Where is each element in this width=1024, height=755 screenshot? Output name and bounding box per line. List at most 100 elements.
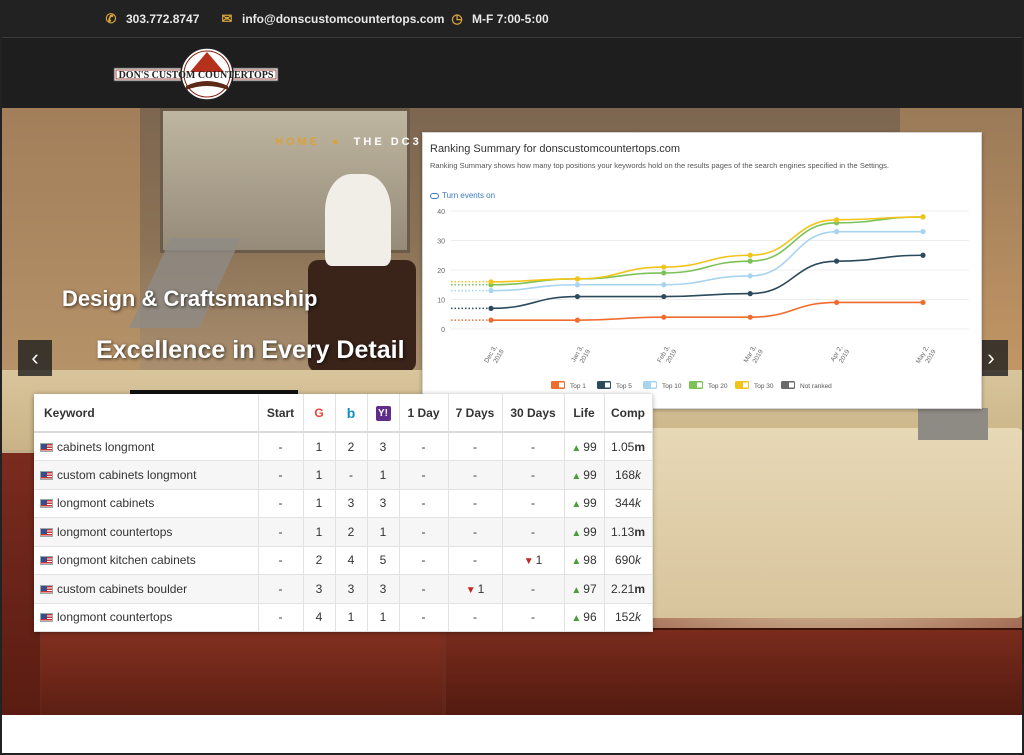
cell-days7: - (448, 489, 503, 518)
cell-bing: 4 (335, 546, 368, 575)
clock-icon: ◷ (451, 11, 463, 26)
site-header: DON'S CUSTOM COUNTERTOPS (0, 38, 1024, 108)
keyword-ranking-table: Keyword Start G b Y! 1 Day 7 Days 30 Day… (34, 394, 653, 632)
cell-google: 1 (303, 489, 336, 518)
change-value: - (473, 439, 477, 454)
keyword-text: longmont kitchen cabinets (57, 553, 196, 568)
change-value: - (473, 553, 477, 568)
us-flag-icon (40, 470, 53, 480)
slider-prev-button[interactable]: ‹ (18, 340, 52, 376)
comp-number: 152 (614, 610, 636, 625)
cell-life: ▲ 97 (564, 574, 605, 604)
col-header-comp[interactable]: Comp (604, 394, 653, 433)
comp-unit: m (634, 439, 646, 454)
table-row[interactable]: custom cabinets longmont -1-1- - - ▲ 99 168k (34, 460, 653, 490)
keyword-text: longmont countertops (57, 610, 173, 625)
cell-days30: - (502, 460, 565, 490)
cell-days30: - (502, 517, 565, 547)
comp-number: 1.13 (610, 524, 635, 539)
cell-yahoo: 3 (367, 489, 400, 518)
col-header-life[interactable]: Life (564, 394, 605, 433)
table-row[interactable]: longmont countertops -4 1 1- - - ▲ 96 152k (34, 603, 653, 632)
col-header-bing[interactable]: b (335, 394, 368, 433)
cell-bing: 3 (335, 574, 368, 604)
cell-life: ▲ 99 (564, 460, 605, 490)
page-footer-area (0, 715, 1024, 755)
table-row[interactable]: cabinets longmont -1 2 3- - - ▲ 99 1.05m (34, 432, 653, 461)
cell-comp: 1.05m (604, 432, 653, 461)
breadcrumb-home[interactable]: HOME (275, 136, 320, 148)
phone-contact[interactable]: ✆ 303.772.8747 (104, 11, 200, 27)
table-row[interactable]: longmont cabinets -1 3 3- - - ▲ 99 344k (34, 489, 653, 518)
rank-down-icon: ▼ (523, 556, 534, 568)
data-point (574, 276, 580, 282)
cell-start: - (258, 546, 304, 575)
col-header-30days[interactable]: 30 Days (502, 394, 565, 433)
ranking-summary-description: Ranking Summary shows how many top posit… (430, 161, 889, 170)
cell-days7: - (448, 546, 503, 575)
col-header-start[interactable]: Start (258, 394, 304, 433)
envelope-icon: ✉ (221, 11, 233, 26)
cell-start: - (258, 489, 304, 518)
cell-google: 1 (303, 432, 336, 461)
cell-google: 4 (303, 603, 336, 632)
legend-swatch-inner (559, 382, 564, 388)
col-header-1day[interactable]: 1 Day (399, 394, 449, 433)
cell-keyword: longmont kitchen cabinets (34, 546, 259, 575)
data-point (747, 273, 753, 279)
change-value: - (531, 496, 535, 511)
col-header-google[interactable]: G (303, 394, 336, 433)
x-tick-label: May 2,2019 (915, 344, 938, 369)
series-line (490, 216, 924, 286)
ranking-chart: 0 10 20 30 40 Dec 3,2018 Jan 3,2019 Feb 3,2019 M… (437, 209, 969, 390)
col-header-yahoo[interactable]: Y! (367, 394, 400, 433)
data-point (488, 305, 494, 311)
cell-yahoo: 3 (367, 432, 400, 461)
data-point (834, 217, 840, 223)
hero-heading-2: Excellence in Every Detail (96, 336, 405, 364)
cell-keyword: custom cabinets boulder (34, 574, 259, 604)
change-value: - (473, 467, 477, 482)
life-value: 97 (583, 581, 597, 596)
cell-days7: - (448, 603, 503, 632)
cell-days30: - (502, 603, 565, 632)
table-row[interactable]: longmont kitchen cabinets -2 4 5- - ▼ 1 ▲ 98 690k (34, 546, 653, 575)
data-point (920, 252, 926, 258)
cell-comp: 2.21m (604, 574, 653, 604)
x-tick-label: Dec 3,2018 (483, 344, 506, 368)
us-flag-icon (40, 442, 53, 452)
cell-day1: - (399, 460, 449, 490)
cell-yahoo: 5 (367, 546, 400, 575)
comp-unit: m (634, 581, 646, 596)
col-header-keyword[interactable]: Keyword (34, 394, 259, 433)
hero-bg-faucet-right (918, 408, 988, 440)
site-logo[interactable]: DON'S CUSTOM COUNTERTOPS (112, 42, 280, 104)
events-toggle[interactable]: Turn events on (430, 191, 495, 200)
x-tick-label: Apr 2,2019 (830, 344, 852, 367)
chevron-right-icon: › (987, 345, 995, 370)
cell-comp: 152k (604, 603, 653, 632)
comp-number: 168 (614, 467, 636, 482)
hero-bg-tissue (325, 174, 391, 266)
us-flag-icon (40, 584, 53, 594)
rank-up-icon: ▲ (571, 499, 582, 511)
hours-contact: ◷ M-F 7:00-5:00 (450, 11, 548, 27)
change-value: - (473, 610, 477, 625)
breadcrumb: HOME ● THE DC3 E (275, 136, 438, 148)
legend-swatch-inner (697, 382, 702, 388)
rank-up-icon: ▲ (571, 613, 582, 625)
data-point (661, 293, 667, 300)
table-row[interactable]: longmont countertops -1 2 1- - - ▲ 99 1.13m (34, 517, 653, 547)
data-point (920, 214, 926, 220)
col-header-7days[interactable]: 7 Days (448, 394, 503, 433)
cell-yahoo: 1 (367, 517, 400, 547)
life-value: 99 (583, 524, 597, 539)
legend-label: Not ranked (800, 383, 832, 390)
table-row[interactable]: custom cabinets boulder -3 3 3- ▼ 1- ▲ 97 2.21m (34, 574, 653, 604)
google-icon: G (314, 405, 324, 420)
email-address: info@donscustomcountertops.com (242, 12, 445, 26)
cell-bing: 2 (335, 432, 368, 461)
hero-heading-1: Design & Craftsmanship (62, 286, 318, 311)
change-value: - (531, 524, 535, 539)
email-contact[interactable]: ✉ info@donscustomcountertops.com (220, 11, 445, 27)
